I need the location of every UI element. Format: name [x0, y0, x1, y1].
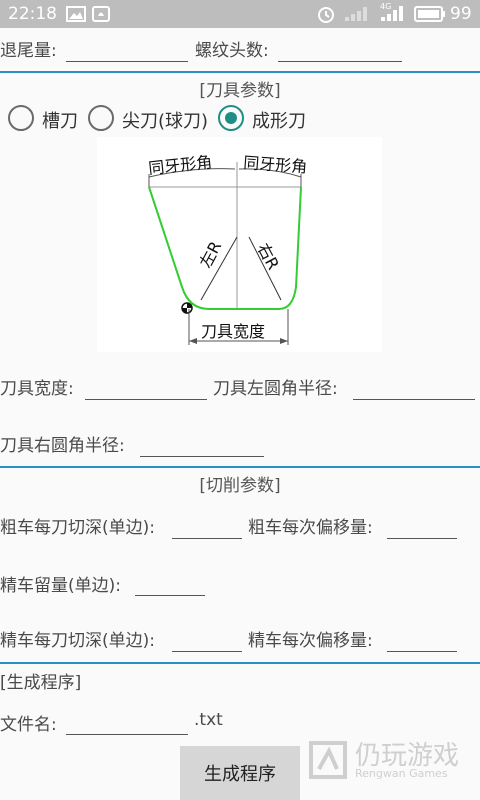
- radio-pointed-tool[interactable]: [88, 105, 114, 131]
- finish-allowance-input[interactable]: [135, 594, 205, 596]
- filename-label: 文件名:: [0, 715, 57, 735]
- rough-depth-input[interactable]: [172, 537, 242, 539]
- divider-generate: [0, 662, 480, 664]
- tool-section-title: [刀具参数]: [199, 81, 281, 101]
- watermark-logo-icon: [309, 741, 347, 779]
- divider-cut: [0, 466, 480, 468]
- watermark-subtext: Rengwan Games: [355, 767, 448, 780]
- thread-starts-input[interactable]: [278, 60, 402, 62]
- battery-icon: [414, 6, 446, 27]
- alarm-icon: [316, 5, 336, 28]
- battery-level: 99: [450, 4, 472, 24]
- signal-weak-icon: [344, 6, 370, 27]
- right-radius-field-label: 刀具右圆角半径:: [0, 436, 125, 456]
- width-label: 刀具宽度: [201, 322, 265, 341]
- finish-offset-label: 精车每次偏移量:: [248, 631, 373, 651]
- form-tool-diagram: 同牙形角 同牙形角 左R 右R 刀具宽度: [97, 137, 382, 352]
- cut-section-title: [切削参数]: [199, 476, 281, 496]
- radio-slot-tool-label[interactable]: 槽刀: [42, 107, 78, 133]
- rough-depth-label: 粗车每刀切深(单边):: [0, 518, 155, 538]
- file-extension: .txt: [194, 710, 223, 730]
- divider-tool: [0, 71, 480, 73]
- finish-allowance-label: 精车留量(单边):: [0, 576, 121, 596]
- generate-program-button[interactable]: 生成程序: [180, 746, 300, 800]
- radio-form-tool[interactable]: [218, 105, 244, 131]
- signal-4g-icon: 4G: [380, 2, 406, 27]
- radio-pointed-tool-label[interactable]: 尖刀(球刀): [122, 107, 208, 133]
- right-radius-label: 右R: [253, 240, 283, 273]
- left-radius-input[interactable]: [353, 398, 475, 400]
- tool-width-input[interactable]: [85, 398, 207, 400]
- right-angle-label: 同牙形角: [243, 153, 308, 176]
- status-bar: 22:18 4G 99: [0, 0, 480, 28]
- finish-depth-label: 精车每刀切深(单边):: [0, 631, 155, 651]
- notification-app-icon: [92, 6, 110, 27]
- thread-starts-label: 螺纹头数:: [195, 41, 269, 61]
- radio-slot-tool[interactable]: [8, 105, 34, 131]
- status-time: 22:18: [8, 4, 57, 24]
- radio-form-tool-label[interactable]: 成形刀: [252, 107, 306, 133]
- tool-profile-curve: [148, 186, 302, 310]
- finish-offset-input[interactable]: [387, 650, 457, 652]
- rough-offset-label: 粗车每次偏移量:: [248, 518, 373, 538]
- retract-input[interactable]: [66, 60, 188, 62]
- left-angle-label: 同牙形角: [147, 152, 213, 178]
- tool-profile-svg: 同牙形角 同牙形角 左R 右R 刀具宽度: [147, 152, 308, 345]
- finish-depth-input[interactable]: [172, 650, 242, 652]
- filename-input[interactable]: [66, 733, 188, 735]
- left-radius-field-label: 刀具左圆角半径:: [213, 379, 338, 399]
- rough-offset-input[interactable]: [387, 537, 457, 539]
- generate-section-title: [生成程序]: [0, 673, 82, 693]
- tool-width-label: 刀具宽度:: [0, 379, 74, 399]
- right-radius-input[interactable]: [140, 455, 264, 457]
- network-type: 4G: [380, 2, 392, 11]
- retract-label: 退尾量:: [0, 41, 57, 61]
- image-notification-icon: [66, 6, 86, 27]
